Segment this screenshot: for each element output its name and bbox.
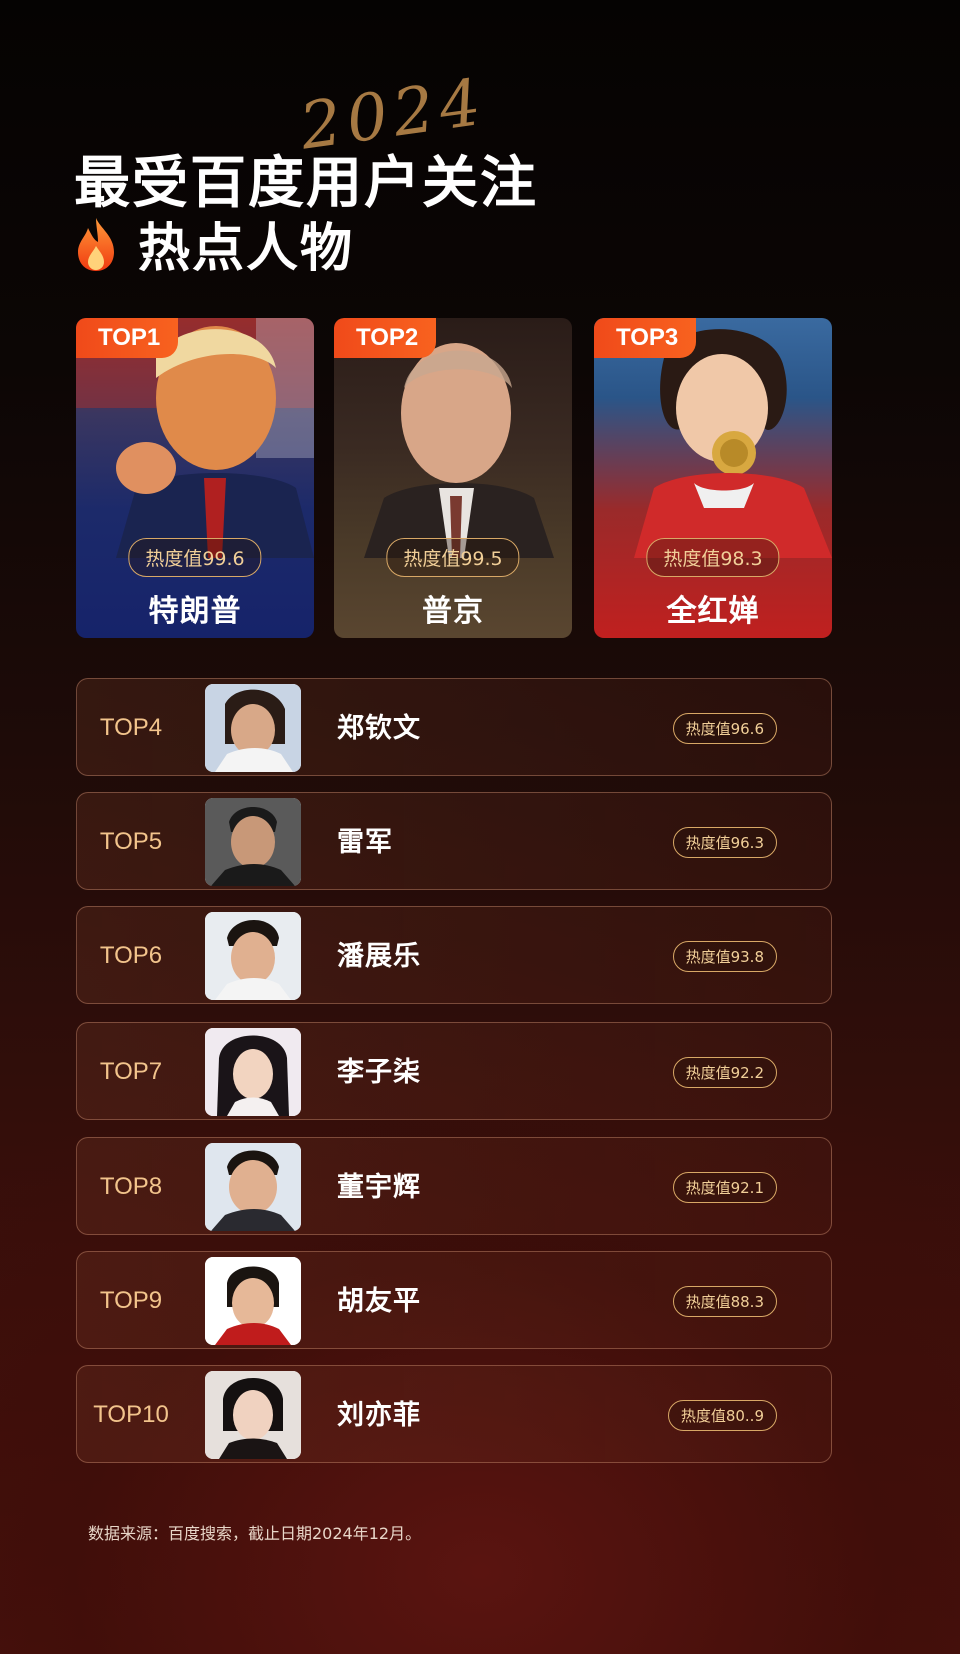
data-source-note: 数据来源：百度搜索，截止日期2024年12月。 — [88, 1524, 422, 1543]
list-item[interactable]: TOP4 郑钦文 热度值96.6 — [76, 678, 832, 776]
list-item[interactable]: TOP7 李子柒 热度值92.2 — [76, 1022, 832, 1120]
heat-value-badge: 热度值99.5 — [386, 538, 520, 577]
person-name: 雷军 — [337, 827, 393, 857]
rank-label: TOP7 — [99, 1058, 163, 1085]
person-name: 特朗普 — [148, 595, 242, 628]
heat-value-badge: 热度值93.8 — [672, 941, 777, 972]
person-name: 刘亦菲 — [337, 1400, 421, 1430]
heat-value-badge: 热度值98.3 — [646, 538, 780, 577]
avatar — [205, 1257, 301, 1345]
heat-value-badge: 热度值96.6 — [672, 713, 777, 744]
page-subtitle: 热点人物 — [74, 206, 354, 281]
avatar — [205, 1028, 301, 1116]
person-name: 全红婵 — [666, 595, 760, 628]
heat-value-badge: 热度值96.3 — [672, 827, 777, 858]
list-item[interactable]: TOP5 雷军 热度值96.3 — [76, 792, 832, 890]
avatar — [205, 798, 301, 886]
list-item[interactable]: TOP6 潘展乐 热度值93.8 — [76, 906, 832, 1004]
heat-value-badge: 热度值80..9 — [667, 1400, 777, 1431]
person-name: 董宇辉 — [337, 1172, 421, 1202]
top1-card[interactable]: TOP1 热度值99.6 特朗普 — [76, 318, 314, 638]
list-item[interactable]: TOP9 胡友平 热度值88.3 — [76, 1251, 832, 1349]
heat-value-badge: 热度值88.3 — [672, 1286, 777, 1317]
heat-value-badge: 热度值92.2 — [672, 1057, 777, 1088]
rank-label: TOP4 — [99, 714, 163, 741]
heat-value-badge: 热度值92.1 — [672, 1172, 777, 1203]
avatar — [205, 1143, 301, 1231]
rank-label: TOP6 — [99, 942, 163, 969]
rank-badge: TOP3 — [594, 318, 697, 358]
rank-label: TOP9 — [99, 1287, 163, 1314]
rank-label: TOP10 — [93, 1401, 169, 1428]
top2-card[interactable]: TOP2 热度值99.5 普京 — [334, 318, 572, 638]
heat-value-badge: 热度值99.6 — [128, 538, 262, 577]
list-item[interactable]: TOP10 刘亦菲 热度值80..9 — [76, 1365, 832, 1463]
list-item[interactable]: TOP8 董宇辉 热度值92.1 — [76, 1137, 832, 1235]
person-name: 郑钦文 — [337, 713, 421, 743]
avatar — [205, 1371, 301, 1459]
page: 2024 最受百度用户关注 热点人物 TOP1 热度值99.6 特朗普 TOP2… — [0, 0, 960, 1654]
rank-label: TOP8 — [99, 1173, 163, 1200]
avatar — [205, 912, 301, 1000]
rank-label: TOP5 — [99, 828, 163, 855]
subtitle-text: 热点人物 — [138, 220, 355, 278]
person-name: 普京 — [422, 595, 484, 628]
person-name: 潘展乐 — [337, 941, 421, 971]
rank-badge: TOP2 — [334, 318, 437, 358]
avatar — [205, 684, 301, 772]
person-name: 李子柒 — [337, 1057, 421, 1087]
rank-badge: TOP1 — [76, 318, 179, 358]
top3-card[interactable]: TOP3 热度值98.3 全红婵 — [594, 318, 832, 638]
fire-icon — [78, 217, 114, 271]
person-name: 胡友平 — [337, 1286, 421, 1316]
